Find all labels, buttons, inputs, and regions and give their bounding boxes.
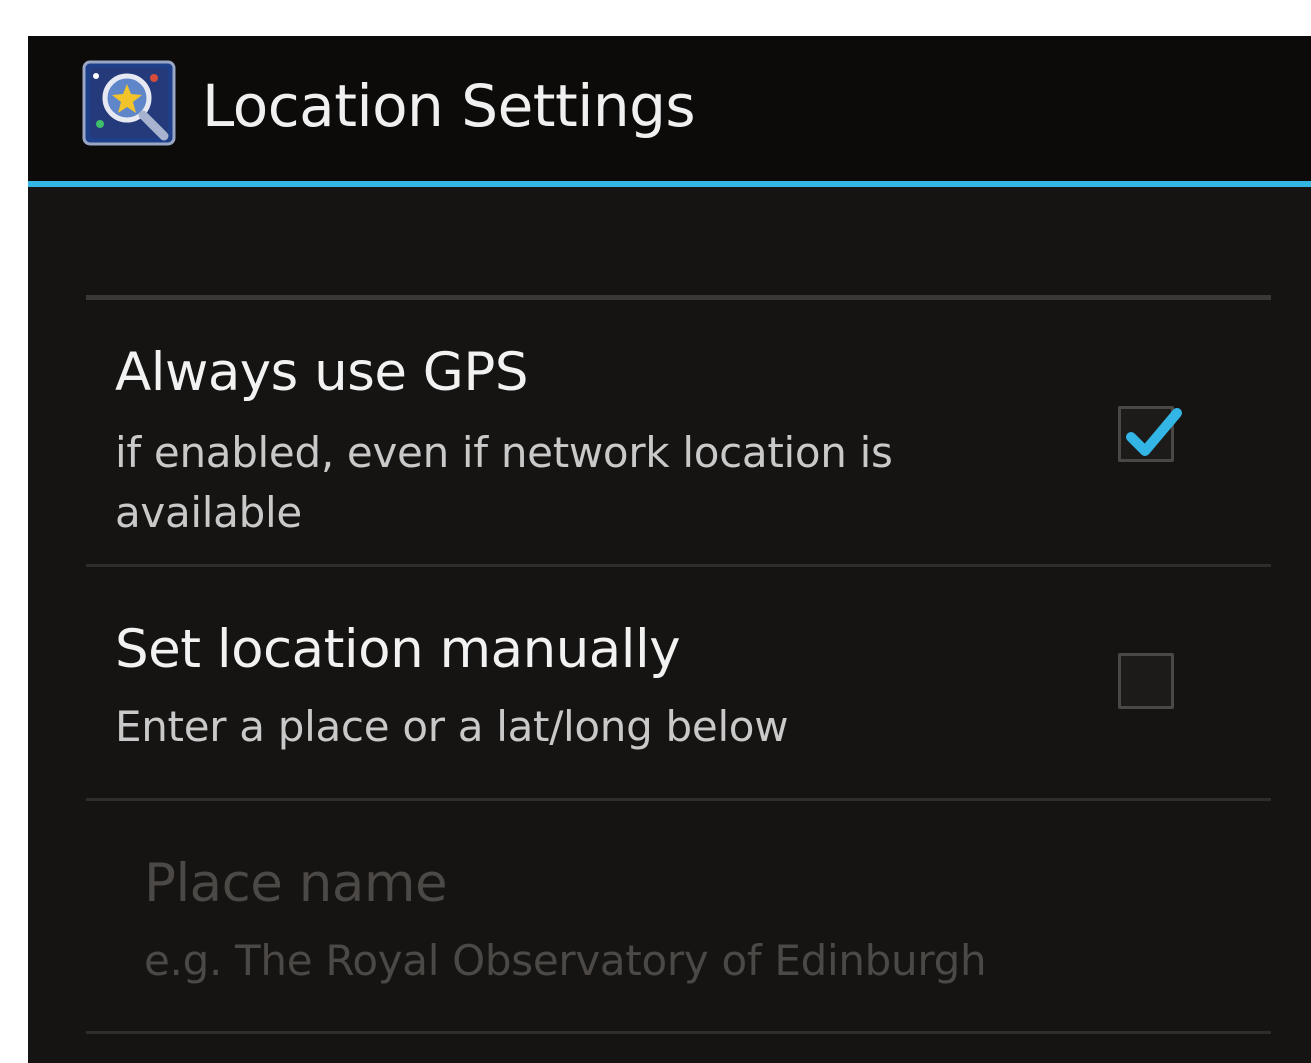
sky-map-app-icon[interactable] bbox=[80, 54, 180, 150]
preference-summary: Enter a place or a lat/long below bbox=[115, 702, 789, 751]
preference-title: Set location manually bbox=[115, 619, 681, 680]
always-use-gps-preference[interactable]: Always use GPS if enabled, even if netwo… bbox=[86, 298, 1271, 564]
preference-summary: if enabled, even if network location is … bbox=[115, 428, 893, 537]
action-bar-divider bbox=[28, 181, 1311, 187]
preference-title: Place name bbox=[144, 853, 448, 914]
set-location-manually-checkbox[interactable] bbox=[1118, 653, 1174, 709]
page-title: Location Settings bbox=[202, 72, 696, 140]
place-name-preference: Place name e.g. The Royal Observatory of… bbox=[86, 801, 1271, 1031]
action-bar: Location Settings bbox=[28, 36, 1311, 181]
preference-title: Always use GPS bbox=[115, 342, 528, 403]
set-location-manually-preference[interactable]: Set location manually Enter a place or a… bbox=[86, 567, 1271, 799]
location-settings-screen: Location Settings Always use GPS if enab… bbox=[28, 36, 1311, 1063]
checkmark-icon bbox=[1126, 408, 1182, 456]
always-use-gps-checkbox[interactable] bbox=[1118, 406, 1182, 462]
preference-summary: e.g. The Royal Observatory of Edinburgh bbox=[144, 936, 987, 985]
list-divider bbox=[86, 1031, 1271, 1034]
